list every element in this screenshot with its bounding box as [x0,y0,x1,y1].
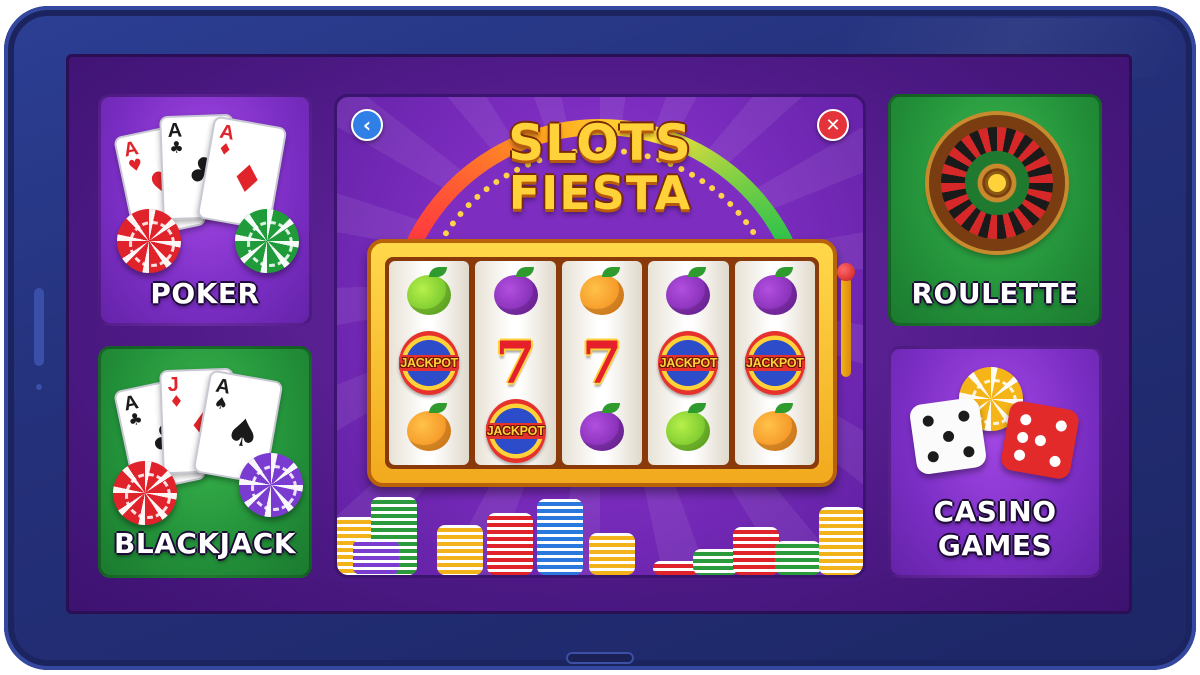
roulette-tile[interactable]: ROULETTE [888,94,1102,326]
chip-stack [487,513,533,575]
orange-fruit [580,267,625,315]
slots-fiesta-panel[interactable]: ‹ ✕ SLOTS FIESTA JACKPOT 7 JACKPOT 7 JACKPOT… [334,94,866,578]
chip-stack [733,527,779,575]
reel-5: JACKPOT [734,261,816,465]
slot-machine: JACKPOT 7 JACKPOT 7 JACKPOT JACKPOT [367,239,837,487]
reel-2: 7 JACKPOT [475,261,556,465]
sensor-dot [36,384,42,390]
plum-icon [572,401,632,461]
card-suit: ♠ [212,392,230,414]
jackpot-icon: JACKPOT [744,331,805,395]
jackpot-icon: JACKPOT [658,331,719,395]
lever-knob[interactable] [837,263,855,281]
jackpot-text: JACKPOT [399,355,460,371]
jackpot-badge: JACKPOT [658,331,719,395]
home-button[interactable] [566,652,634,664]
blackjack-label: BLACKJACK [114,527,296,560]
casino-games-label: CASINO GAMES [891,495,1099,563]
green-chip-icon [235,209,299,273]
red-chip-icon [113,461,177,525]
jackpot-badge: JACKPOT [744,331,805,395]
orange-icon [572,265,632,325]
reel-4: JACKPOT [648,261,729,465]
red-die-icon [999,399,1081,481]
seven-symbol: 7 [495,329,536,397]
seven-symbol: 7 [581,329,623,397]
diamond-icon: ♦ [226,154,268,204]
casino-label-line1: CASINO [933,495,1057,528]
plum-fruit [580,403,625,451]
card-suit: ♦ [216,138,234,160]
plum-icon [745,265,805,325]
jackpot-icon: JACKPOT [485,399,546,463]
white-die-icon [908,396,988,476]
side-button[interactable] [34,288,44,366]
red-chip-icon [117,209,181,273]
spade-icon: ♠ [222,408,264,458]
plum-icon [486,265,546,325]
poker-label: POKER [150,277,260,310]
lime-icon [658,401,718,461]
jackpot-text: JACKPOT [658,355,719,371]
slot-reels: JACKPOT 7 JACKPOT 7 JACKPOT JACKPOT [385,257,819,469]
lime-icon [399,265,459,325]
chip-stack [353,539,399,575]
purple-chip-icon [239,453,303,517]
reel-3: 7 [561,261,643,465]
jackpot-text: JACKPOT [485,423,546,439]
jackpot-text: JACKPOT [745,355,805,371]
poker-tile[interactable]: A ♥ ♥ A ♣ ♣ A ♦ ♦ POKER [98,94,312,326]
wheel-hub [985,171,1009,195]
casino-label-line2: GAMES [937,529,1053,562]
plum-fruit [493,267,538,315]
plum-fruit [752,267,797,315]
card-suit: ♦ [168,391,184,411]
jackpot-badge: JACKPOT [399,331,460,395]
blackjack-tile[interactable]: A ♣ ♣ J ♦ ♦ A ♠ ♠ BLACKJACK [98,346,312,578]
orange-fruit [407,403,452,451]
jackpot-badge: JACKPOT [485,399,546,463]
slots-title-line1: SLOTS [508,114,692,172]
roulette-wheel-icon [929,115,1065,251]
lever-icon[interactable] [841,277,851,377]
chip-stack [589,533,635,575]
chip-stack [437,525,483,575]
plum-icon [658,265,718,325]
jackpot-icon: JACKPOT [399,331,460,395]
orange-fruit [752,403,797,451]
roulette-label: ROULETTE [911,277,1079,310]
seven-icon: 7 [486,333,546,393]
orange-icon [745,401,805,461]
card-suit: ♣ [168,137,184,157]
lime-fruit [407,267,452,315]
seven-icon: 7 [572,333,632,393]
plum-fruit [666,267,711,315]
orange-icon [399,401,459,461]
reel-1: JACKPOT [389,261,470,465]
casino-games-tile[interactable]: CASINO GAMES [888,346,1102,578]
card-suit: ♥ [126,154,145,177]
chip-stacks [337,489,863,575]
chip-stack [819,507,863,575]
chip-stack [537,499,583,575]
chip-stack [775,541,821,575]
slots-title-line2: FIESTA [508,166,692,220]
lime-fruit [666,403,711,451]
card-suit: ♣ [126,408,145,431]
